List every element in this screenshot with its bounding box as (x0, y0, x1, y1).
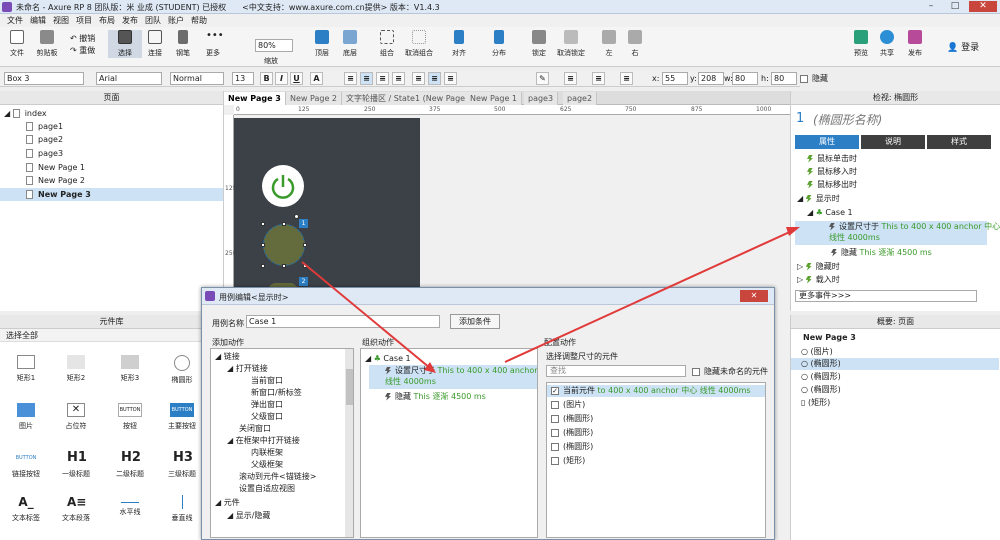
arrowhead (786, 227, 800, 236)
arrow-to-organize (301, 261, 431, 369)
annotation-arrows (301, 227, 800, 373)
arrow-to-inspector (504, 229, 795, 363)
